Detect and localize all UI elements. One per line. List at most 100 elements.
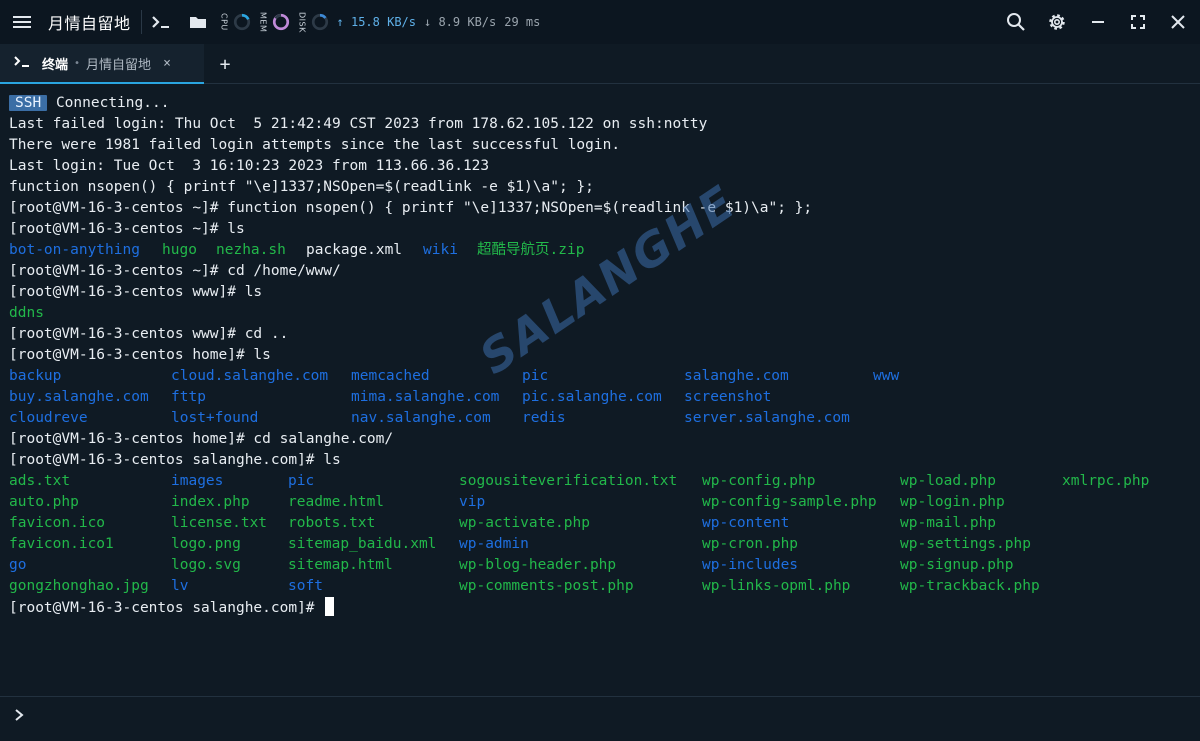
ls-entry-directory: vip: [459, 494, 486, 510]
ls-entry-file: wp-settings.php: [900, 536, 1031, 552]
ls-entry-file: sogousiteverification.txt: [459, 473, 678, 489]
ls-entry-file: xmlrpc.php: [1062, 473, 1150, 489]
ls-entry-file: wp-config.php: [702, 473, 816, 489]
terminal-prompt-icon: [14, 55, 30, 71]
ls-entry-directory: cloudreve: [9, 410, 88, 426]
ls-entry-file: wp-mail.php: [900, 515, 997, 531]
folder-icon[interactable]: [180, 0, 216, 44]
gear-icon[interactable]: [1037, 0, 1077, 44]
chevron-right-icon: [14, 707, 26, 727]
maximize-icon[interactable]: [1118, 0, 1158, 44]
text-cursor: [325, 597, 335, 616]
ls-entry-file: ddns: [9, 305, 44, 321]
ls-entry-file: ads.txt: [9, 473, 71, 489]
ls-entry-file: license.txt: [171, 515, 268, 531]
latency-readout: 29 ms: [504, 15, 541, 29]
ls-entry-file: wp-trackback.php: [900, 578, 1040, 594]
tab-host-label: 月情自留地: [86, 57, 152, 73]
ls-entry-file: hugo: [162, 242, 197, 258]
terminal-line: [root@VM-16-3-centos ~]# ls: [9, 221, 245, 237]
ls-entry-file: 超酷导航页.zip: [477, 242, 585, 258]
ls-entry-directory: lv: [171, 578, 189, 594]
ls-entry-file: wp-load.php: [900, 473, 997, 489]
tab-close-icon[interactable]: ×: [163, 56, 171, 71]
ls-entry-directory: mima.salanghe.com: [351, 389, 500, 405]
terminal-line: There were 1981 failed login attempts si…: [9, 137, 621, 153]
ls-entry-file: sitemap_baidu.xml: [288, 536, 437, 552]
tab-terminal[interactable]: 终端 • 月情自留地 ×: [0, 44, 204, 84]
close-icon[interactable]: [1158, 0, 1198, 44]
command-input-bar[interactable]: [0, 696, 1200, 741]
ls-entry-directory: pic: [522, 368, 549, 384]
terminal-line: [root@VM-16-3-centos home]# ls: [9, 347, 271, 363]
network-download-rate: ↓ 8.9 KB/s: [424, 15, 497, 29]
ls-entry-directory: memcached: [351, 368, 430, 384]
ls-entry-directory: buy.salanghe.com: [9, 389, 149, 405]
ls-entry-directory: nav.salanghe.com: [351, 410, 491, 426]
ls-entry-file: wp-login.php: [900, 494, 1005, 510]
terminal-prompt-line[interactable]: [root@VM-16-3-centos salanghe.com]#: [9, 597, 335, 618]
ls-entry-file: readme.html: [288, 494, 385, 510]
ls-entry-file: wp-config-sample.php: [702, 494, 877, 510]
ls-entry-file: favicon.ico: [9, 515, 106, 531]
ssh-badge: SSH: [9, 95, 48, 111]
ls-entry-file: logo.svg: [171, 557, 241, 573]
connecting-text: Connecting...: [55, 95, 170, 111]
network-upload-rate: ↑ 15.8 KB/s: [336, 15, 416, 29]
ls-entry-directory: screenshot: [684, 389, 772, 405]
prompt-text: [root@VM-16-3-centos salanghe.com]#: [9, 600, 324, 616]
ls-entry-file: wp-activate.php: [459, 515, 590, 531]
minimize-icon[interactable]: [1078, 0, 1118, 44]
ls-entry-directory: lost+found: [171, 410, 259, 426]
ls-entry-directory: fttp: [171, 389, 206, 405]
cpu-label: CPU: [219, 13, 229, 31]
ls-entry-file: robots.txt: [288, 515, 376, 531]
ls-entry-directory: www: [873, 368, 900, 384]
terminal-line: [root@VM-16-3-centos www]# cd ..: [9, 326, 289, 342]
terminal-prompt-icon[interactable]: [142, 0, 180, 44]
disk-label: DISK: [297, 11, 307, 33]
ls-entry-directory: pic: [288, 473, 315, 489]
tab-bar: 终端 • 月情自留地 × +: [0, 44, 1200, 84]
new-tab-button[interactable]: +: [214, 52, 236, 76]
terminal-line: Last failed login: Thu Oct 5 21:42:49 CS…: [9, 116, 708, 132]
mem-label: MEM: [258, 11, 268, 33]
terminal-line: SSH Connecting...: [9, 93, 169, 114]
app-title: 月情自留地: [48, 14, 131, 33]
ls-entry-file: sitemap.html: [288, 557, 393, 573]
ls-entry-directory: wiki: [423, 242, 458, 258]
ls-entry-directory: bot-on-anything: [9, 242, 140, 258]
disk-gauge: [311, 13, 328, 31]
ls-entry-file: gongzhonghao.jpg: [9, 578, 149, 594]
search-icon[interactable]: [996, 0, 1036, 44]
ls-entry-file: wp-signup.php: [900, 557, 1014, 573]
terminal-line: [root@VM-16-3-centos home]# cd salanghe.…: [9, 431, 394, 447]
ls-entry-file: package.xml: [306, 242, 403, 258]
ls-entry-directory: server.salanghe.com: [684, 410, 850, 426]
terminal-line: [root@VM-16-3-centos www]# ls: [9, 284, 263, 300]
ls-entry-directory: soft: [288, 578, 323, 594]
ls-entry-file: wp-comments-post.php: [459, 578, 634, 594]
tab-label: 终端: [42, 57, 69, 73]
terminal-line: function nsopen() { printf "\e]1337;NSOp…: [9, 179, 594, 195]
menu-icon[interactable]: [2, 0, 42, 44]
terminal-line: [root@VM-16-3-centos salanghe.com]# ls: [9, 452, 341, 468]
ls-entry-file: nezha.sh: [216, 242, 286, 258]
ls-entry-file: index.php: [171, 494, 250, 510]
ls-entry-file: wp-links-opml.php: [702, 578, 851, 594]
tab-separator: •: [74, 57, 81, 69]
terminal-output[interactable]: SSH Connecting... Last failed login: Thu…: [0, 92, 1200, 692]
ls-entry-directory: salanghe.com: [684, 368, 789, 384]
ls-entry-directory: backup: [9, 368, 62, 384]
ls-entry-directory: wp-admin: [459, 536, 529, 552]
ls-entry-file: logo.png: [171, 536, 241, 552]
terminal-line: [root@VM-16-3-centos ~]# cd /home/www/: [9, 263, 341, 279]
ls-entry-directory: pic.salanghe.com: [522, 389, 662, 405]
ls-entry-directory: cloud.salanghe.com: [171, 368, 329, 384]
ls-entry-file: favicon.ico1: [9, 536, 114, 552]
terminal-line: Last login: Tue Oct 3 16:10:23 2023 from…: [9, 158, 490, 174]
ls-entry-file: auto.php: [9, 494, 79, 510]
mem-gauge: [272, 13, 289, 31]
ls-entry-directory: wp-content: [702, 515, 790, 531]
cpu-gauge: [233, 13, 250, 31]
